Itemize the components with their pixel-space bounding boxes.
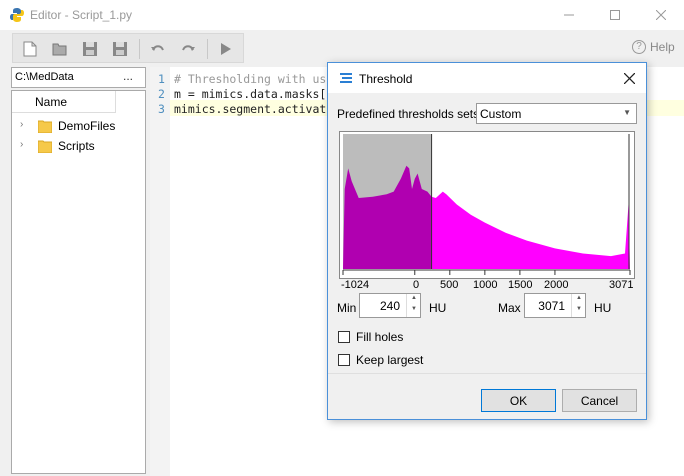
tick-label: 0	[413, 279, 420, 291]
presets-dropdown[interactable]: Custom ▼	[476, 103, 637, 124]
histogram-canvas[interactable]	[340, 132, 634, 278]
run-button[interactable]	[214, 37, 238, 61]
tree-item-label: DemoFiles	[58, 119, 116, 133]
tick-label: 1000	[473, 279, 498, 291]
step-up-icon[interactable]: ▲	[411, 295, 417, 301]
save-as-icon	[113, 42, 127, 56]
file-tree: Name › DemoFiles › Scripts	[11, 90, 146, 474]
code-line: m = mimics.data.masks[	[174, 87, 327, 101]
maximize-button[interactable]	[592, 0, 638, 30]
tick-label: -1024	[341, 279, 370, 291]
browse-button[interactable]: ...	[123, 69, 133, 83]
cancel-button[interactable]: Cancel	[562, 389, 637, 412]
chevron-down-icon: ▼	[623, 108, 631, 117]
max-unit-label: HU	[594, 301, 612, 315]
max-value: 3071	[538, 299, 565, 313]
expand-icon[interactable]: ›	[20, 139, 23, 150]
redo-icon	[182, 45, 195, 51]
undo-button[interactable]	[146, 37, 170, 61]
file-browser-panel: C:\MedData ... Name › DemoFiles › Script…	[11, 67, 146, 474]
close-icon	[623, 72, 635, 84]
folder-icon	[38, 140, 52, 153]
dialog-footer: OK Cancel	[328, 373, 646, 419]
fill-holes-checkbox[interactable]: Fill holes	[338, 330, 403, 344]
ok-button[interactable]: OK	[481, 389, 556, 412]
editor-toolbar	[12, 33, 244, 63]
new-file-icon	[23, 41, 37, 57]
line-number-gutter: 1 2 3	[150, 67, 170, 476]
folder-icon	[38, 120, 52, 133]
toolbar-separator	[139, 39, 140, 59]
threshold-dialog: Threshold Predefined thresholds sets: Cu…	[327, 62, 647, 420]
step-down-icon[interactable]: ▼	[576, 306, 582, 312]
tick-label: 2000	[544, 279, 569, 291]
presets-value: Custom	[480, 107, 522, 121]
tree-item-demofiles[interactable]: › DemoFiles	[12, 116, 145, 136]
max-stepper[interactable]: ▲ ▼	[571, 294, 585, 317]
undo-icon	[151, 45, 164, 51]
min-unit-label: HU	[429, 301, 447, 315]
step-up-icon[interactable]: ▲	[576, 295, 582, 301]
maximize-icon	[610, 10, 620, 20]
save-as-button[interactable]	[108, 37, 132, 61]
save-button[interactable]	[78, 37, 102, 61]
save-icon	[83, 42, 97, 56]
tick-label: 3071	[609, 279, 634, 291]
expand-icon[interactable]: ›	[20, 119, 23, 130]
step-down-icon[interactable]: ▼	[411, 306, 417, 312]
help-icon: ?	[632, 40, 646, 54]
keep-largest-checkbox[interactable]: Keep largest	[338, 353, 423, 367]
toolbar-separator	[207, 39, 208, 59]
column-header-label: Name	[35, 95, 68, 109]
minimize-button[interactable]	[546, 0, 592, 30]
redo-button[interactable]	[176, 37, 200, 61]
help-label: Help	[650, 40, 675, 54]
close-window-button[interactable]	[638, 0, 684, 30]
code-line-comment: # Thresholding with us	[174, 72, 327, 86]
min-label: Min	[337, 301, 357, 315]
fill-holes-label: Fill holes	[356, 330, 404, 344]
open-file-button[interactable]	[48, 37, 72, 61]
new-file-button[interactable]	[18, 37, 42, 61]
tree-item-label: Scripts	[58, 139, 95, 153]
threshold-icon	[340, 73, 352, 83]
presets-label: Predefined thresholds sets:	[337, 107, 483, 121]
tick-label: 500	[440, 279, 459, 291]
keep-largest-label: Keep largest	[356, 353, 424, 367]
checkbox-box[interactable]	[338, 331, 350, 343]
checkbox-box[interactable]	[338, 354, 350, 366]
minimize-icon	[564, 14, 574, 16]
window-title: Editor - Script_1.py	[30, 8, 133, 22]
max-spinbox[interactable]: 3071 ▲ ▼	[524, 293, 586, 318]
code-line: mimics.segment.activat	[174, 102, 327, 116]
help-button[interactable]: ? Help	[632, 40, 675, 54]
dialog-title: Threshold	[359, 72, 413, 86]
threshold-histogram[interactable]	[339, 131, 635, 279]
line-number: 2	[158, 87, 165, 101]
min-value: 240	[379, 299, 400, 313]
dialog-title-bar: Threshold	[328, 63, 646, 93]
close-icon	[656, 10, 666, 20]
window-title-bar: Editor - Script_1.py	[0, 0, 684, 30]
tick-label: 1500	[508, 279, 533, 291]
min-stepper[interactable]: ▲ ▼	[406, 294, 420, 317]
path-field[interactable]: C:\MedData ...	[11, 67, 146, 88]
line-number: 3	[158, 102, 165, 116]
dialog-close-button[interactable]	[618, 67, 640, 89]
min-spinbox[interactable]: 240 ▲ ▼	[359, 293, 421, 318]
path-value: C:\MedData	[15, 71, 74, 83]
histogram-selected-area	[431, 191, 630, 269]
python-icon	[10, 8, 24, 22]
max-label: Max	[498, 301, 521, 315]
tree-item-scripts[interactable]: › Scripts	[12, 136, 145, 156]
open-folder-icon	[52, 43, 67, 56]
play-icon	[221, 43, 231, 55]
tree-column-header[interactable]: Name	[12, 91, 116, 113]
line-number: 1	[158, 72, 165, 86]
